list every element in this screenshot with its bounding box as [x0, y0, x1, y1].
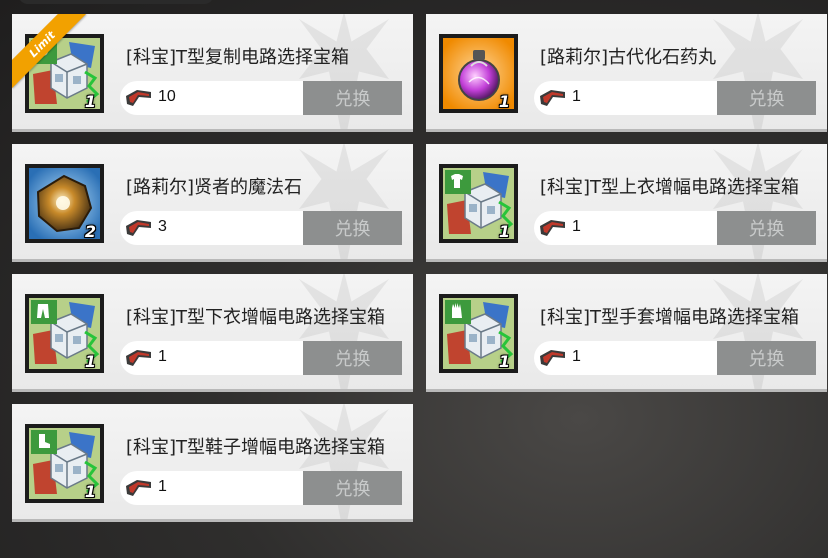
item-quantity: 1 [498, 222, 510, 239]
item-icon-frame: 1 [439, 34, 518, 113]
circuit-chip-shirt-icon: 1 [443, 168, 514, 239]
item-name: [科宝]T型手套增幅电路选择宝箱 [540, 307, 800, 328]
item-quantity: 1 [84, 352, 96, 369]
cost-bar: 1 [120, 471, 308, 505]
item-name: [科宝]T型复制电路选择宝箱 [126, 47, 350, 68]
item-quantity: 1 [498, 352, 510, 369]
exchange-button[interactable]: 兑换 [303, 211, 402, 245]
exchange-button[interactable]: 兑换 [303, 81, 402, 115]
currency-token-icon [123, 346, 153, 374]
cost-bar: 1 [534, 81, 722, 115]
currency-token-icon [537, 216, 567, 244]
exchange-button[interactable]: 兑换 [303, 471, 402, 505]
cost-value: 1 [572, 88, 581, 105]
fossil-pill-orb-icon: 1 [443, 38, 514, 109]
item-quantity: 1 [84, 482, 96, 499]
currency-token-icon [123, 86, 153, 114]
exchange-button[interactable]: 兑换 [717, 81, 816, 115]
top-bar-fragment [18, 0, 214, 4]
item-name: [科宝]T型上衣增幅电路选择宝箱 [540, 177, 800, 198]
cost-value: 10 [158, 88, 176, 105]
item-icon-frame: 1 [25, 424, 104, 503]
item-name: [路莉尔]古代化石药丸 [540, 47, 717, 68]
cost-value: 1 [572, 218, 581, 235]
item-quantity: 1 [498, 92, 510, 109]
shop-item-card[interactable]: 1 [科宝]T型上衣增幅电路选择宝箱 1 兑换 [426, 144, 827, 262]
item-quantity: 2 [84, 222, 96, 239]
item-icon-frame: 1 [439, 164, 518, 243]
currency-token-icon [537, 86, 567, 114]
item-name: [科宝]T型鞋子增幅电路选择宝箱 [126, 437, 386, 458]
shop-item-card[interactable]: 1 [科宝]T型下衣增幅电路选择宝箱 1 兑换 [12, 274, 413, 392]
exchange-button[interactable]: 兑换 [303, 341, 402, 375]
shop-item-card[interactable]: 1 Limit [科宝]T型复制电路选择宝箱 10 兑换 [12, 14, 413, 132]
shop-item-card[interactable]: 1 [科宝]T型手套增幅电路选择宝箱 1 兑换 [426, 274, 827, 392]
shop-item-card[interactable]: 1 [路莉尔]古代化石药丸 1 兑换 [426, 14, 827, 132]
magic-stone-icon: 2 [29, 168, 100, 239]
exchange-button[interactable]: 兑换 [717, 211, 816, 245]
shop-item-card[interactable]: 2 [路莉尔]贤者的魔法石 3 兑换 [12, 144, 413, 262]
circuit-chip-boot-icon: 1 [29, 428, 100, 499]
circuit-chip-pants-icon: 1 [29, 298, 100, 369]
cost-value: 1 [572, 348, 581, 365]
item-name: [路莉尔]贤者的魔法石 [126, 177, 303, 198]
shop-item-card[interactable]: 1 [科宝]T型鞋子增幅电路选择宝箱 1 兑换 [12, 404, 413, 522]
cost-value: 1 [158, 478, 167, 495]
cost-value: 1 [158, 348, 167, 365]
cost-bar: 3 [120, 211, 308, 245]
item-name: [科宝]T型下衣增幅电路选择宝箱 [126, 307, 386, 328]
item-icon-frame: 2 [25, 164, 104, 243]
cost-bar: 1 [534, 341, 722, 375]
currency-token-icon [123, 216, 153, 244]
cost-bar: 10 [120, 81, 308, 115]
cost-bar: 1 [120, 341, 308, 375]
currency-token-icon [537, 346, 567, 374]
item-icon-frame: 1 [439, 294, 518, 373]
exchange-button[interactable]: 兑换 [717, 341, 816, 375]
item-icon-frame: 1 [25, 294, 104, 373]
cost-value: 3 [158, 218, 167, 235]
item-quantity: 1 [84, 92, 96, 109]
currency-token-icon [123, 476, 153, 504]
circuit-chip-glove-icon: 1 [443, 298, 514, 369]
cost-bar: 1 [534, 211, 722, 245]
